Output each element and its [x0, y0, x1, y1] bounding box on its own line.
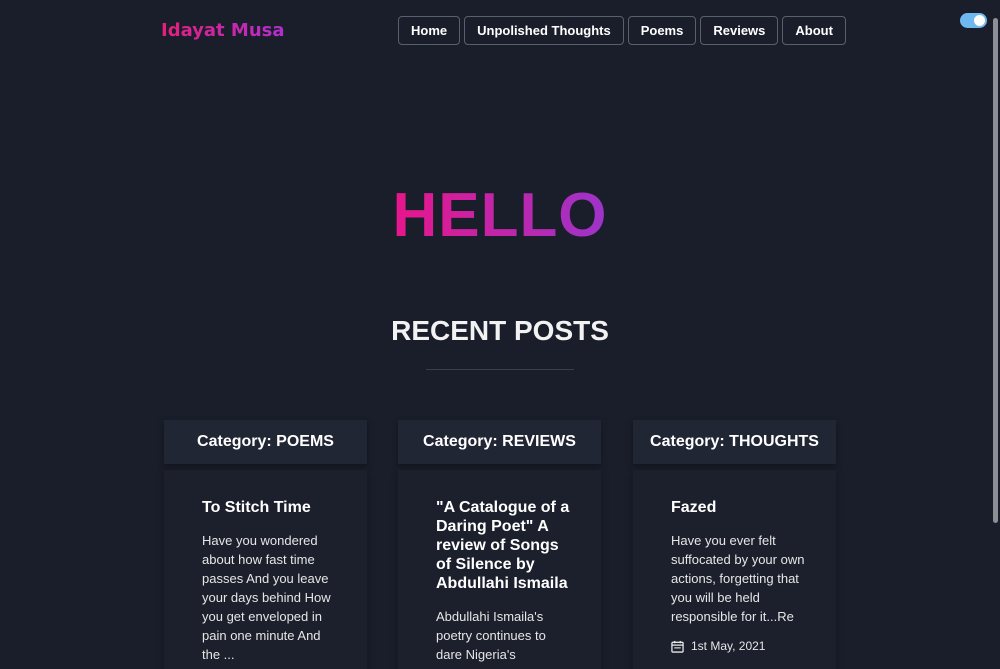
post-excerpt: Have you wondered about how fast time pa…	[202, 533, 331, 662]
section-title: RECENT POSTS	[391, 315, 609, 346]
post-card[interactable]: Category: REVIEWS "A Catalogue of a Dari…	[398, 420, 601, 669]
post-excerpt: Abdullahi Ismaila's poetry continues to …	[436, 609, 546, 662]
page: Idayat Musa Home Unpolished Thoughts Poe…	[0, 0, 1000, 669]
post-card[interactable]: Category: POEMS To Stitch Time Have you …	[164, 420, 367, 669]
nav-about-button[interactable]: About	[782, 16, 846, 45]
post-body: Fazed Have you ever felt suffocated by y…	[633, 470, 836, 669]
post-date: 1st May, 2021	[671, 639, 806, 653]
post-title[interactable]: Fazed	[671, 498, 806, 517]
site-brand[interactable]: Idayat Musa	[161, 20, 285, 41]
hero-greeting-text: HELLO	[392, 181, 608, 250]
post-category: Category: REVIEWS	[398, 420, 601, 464]
nav-reviews-button[interactable]: Reviews	[700, 16, 779, 45]
theme-toggle[interactable]	[960, 13, 987, 28]
section-divider	[426, 369, 574, 370]
nav-thoughts-button[interactable]: Unpolished Thoughts	[464, 16, 624, 45]
nav-poems-button[interactable]: Poems	[627, 16, 697, 45]
post-body: "A Catalogue of a Daring Poet" A review …	[398, 470, 601, 669]
post-title[interactable]: To Stitch Time	[202, 498, 337, 517]
hero-greeting: HELLO	[0, 180, 1000, 251]
post-excerpt: Have you ever felt suffocated by your ow…	[671, 533, 805, 624]
post-title[interactable]: "A Catalogue of a Daring Poet" A review …	[436, 498, 571, 593]
nav-home-button[interactable]: Home	[398, 16, 461, 45]
main-nav: Home Unpolished Thoughts Poems Reviews A…	[398, 16, 846, 45]
post-card[interactable]: Category: THOUGHTS Fazed Have you ever f…	[633, 420, 836, 669]
toggle-knob	[974, 15, 985, 26]
post-body: To Stitch Time Have you wondered about h…	[164, 470, 367, 669]
calendar-icon	[671, 640, 684, 653]
post-date-text: 1st May, 2021	[691, 639, 766, 653]
post-category: Category: POEMS	[164, 420, 367, 464]
scrollbar-thumb[interactable]	[993, 18, 998, 523]
post-category: Category: THOUGHTS	[633, 420, 836, 464]
